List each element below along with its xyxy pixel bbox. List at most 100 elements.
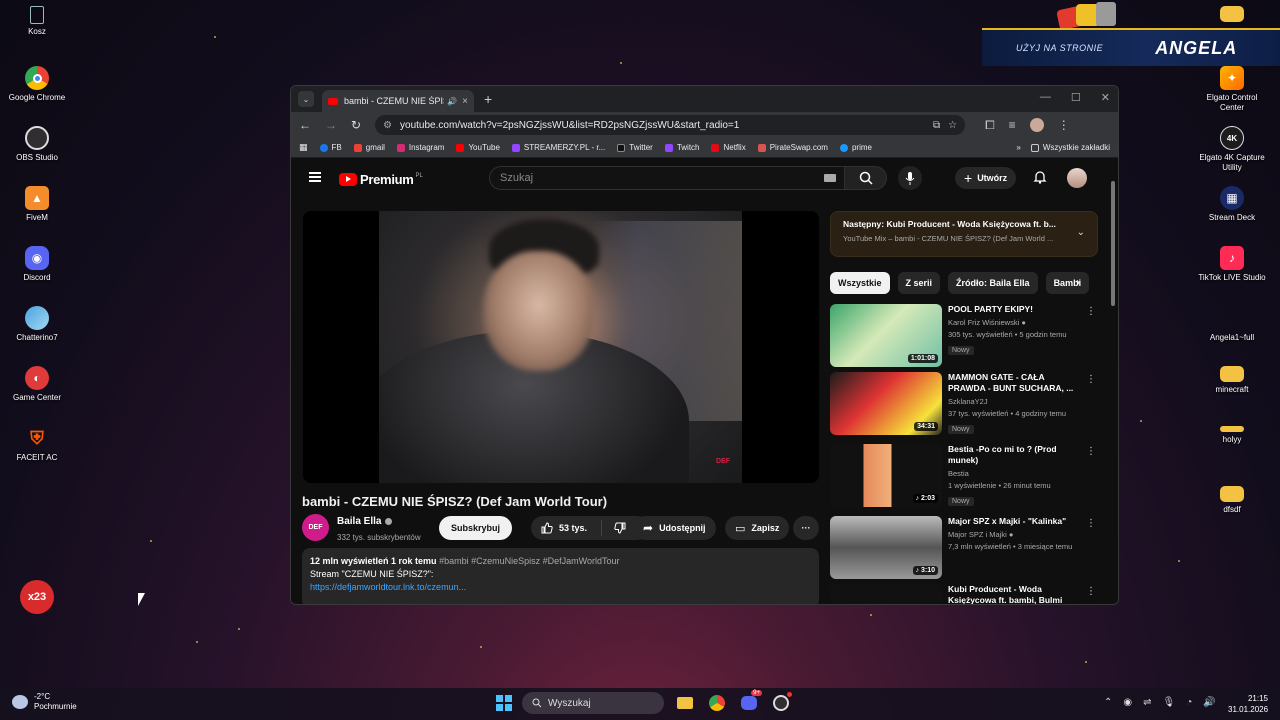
save-button[interactable]: ▭ Zapisz bbox=[725, 516, 790, 540]
recommended-video[interactable]: Kubi Producent - Woda Księżycowa ft. bam… bbox=[830, 584, 1100, 604]
keyboard-icon[interactable] bbox=[824, 174, 836, 182]
site-info-icon[interactable]: ⚙ bbox=[383, 120, 392, 131]
bookmark-fb[interactable]: FB bbox=[319, 143, 342, 152]
desktop-icon-stream-deck[interactable]: ▦ Stream Deck bbox=[1197, 186, 1267, 242]
chip-series[interactable]: Z serii bbox=[897, 272, 941, 294]
rec-title[interactable]: Major SPZ x Majki - "Kalinka" bbox=[948, 516, 1084, 527]
forward-icon[interactable]: → bbox=[325, 118, 337, 132]
more-actions-button[interactable]: ··· bbox=[793, 516, 819, 540]
desktop-icon-angela-file[interactable]: Angela1~full bbox=[1197, 306, 1267, 362]
chip-source[interactable]: Źródło: Baila Ella bbox=[948, 272, 1038, 294]
subscribe-button[interactable]: Subskrybuj bbox=[439, 516, 513, 540]
like-button[interactable]: 53 tys. bbox=[541, 522, 587, 534]
install-app-icon[interactable]: ⧉ bbox=[933, 120, 940, 131]
more-options-icon[interactable]: ⋮ bbox=[1086, 446, 1096, 457]
recommended-video[interactable]: ♪ 2:03 Bestia -Po co mi to ? (Prod munek… bbox=[830, 444, 1100, 510]
bookmark-instagram[interactable]: Instagram bbox=[396, 143, 444, 152]
bookmark-youtube[interactable]: YouTube bbox=[456, 143, 500, 152]
video-thumbnail[interactable]: 1:01:08 bbox=[830, 304, 942, 367]
close-window-icon[interactable]: ✕ bbox=[1101, 91, 1110, 104]
chevron-down-icon[interactable]: ⌄ bbox=[1077, 227, 1085, 238]
extensions-icon[interactable]: ⧠ bbox=[985, 118, 995, 133]
bookmark-twitter[interactable]: Twitter bbox=[617, 143, 653, 152]
media-controls-icon[interactable]: ≡ bbox=[1009, 118, 1016, 132]
address-bar[interactable]: ⚙ youtube.com/watch?v=2psNGZjssWU&list=R… bbox=[375, 115, 966, 135]
desktop-icon-dfsdf[interactable]: dfsdf bbox=[1197, 486, 1267, 542]
search-button[interactable] bbox=[845, 166, 887, 190]
desktop-icon-elgato-control[interactable]: ✦ Elgato Control Center bbox=[1197, 66, 1267, 122]
bookmark-gmail[interactable]: gmail bbox=[353, 143, 385, 152]
bookmark-pirateswap[interactable]: PirateSwap.com bbox=[757, 143, 828, 152]
minimize-icon[interactable]: — bbox=[1040, 91, 1051, 104]
audio-icon[interactable]: 🔊 bbox=[447, 97, 457, 106]
desktop-icon-holyy[interactable]: holyy bbox=[1197, 426, 1267, 482]
account-avatar[interactable] bbox=[1067, 168, 1087, 188]
profile-avatar[interactable] bbox=[1029, 118, 1044, 132]
search-input[interactable]: Szukaj bbox=[489, 166, 845, 190]
more-options-icon[interactable]: ⋮ bbox=[1086, 374, 1096, 385]
chip-all[interactable]: Wszystkie bbox=[830, 272, 890, 294]
taskbar-search[interactable]: Wyszukaj bbox=[522, 692, 664, 714]
microphone-icon[interactable]: 🎙 bbox=[1163, 697, 1176, 708]
desc-tags[interactable]: #bambi #CzemuNieSpisz #DefJamWorldTour bbox=[439, 556, 619, 566]
more-bookmarks-icon[interactable]: » bbox=[1016, 143, 1020, 152]
desktop-icon-x23[interactable]: x23 bbox=[2, 580, 72, 636]
new-tab-button[interactable]: + bbox=[484, 91, 492, 107]
chevron-right-icon[interactable]: › bbox=[1076, 275, 1080, 289]
video-thumbnail[interactable]: 34:31 bbox=[830, 372, 942, 435]
desktop-icon-elgato-4k[interactable]: 4K Elgato 4K Capture Utility bbox=[1197, 126, 1267, 182]
desc-link[interactable]: https://defjamworldtour.lnk.to/czemun... bbox=[310, 581, 811, 594]
more-options-icon[interactable]: ⋮ bbox=[1086, 306, 1096, 317]
tab-youtube[interactable]: bambi - CZEMU NIE ŚPISZ? 🔊 × bbox=[322, 90, 474, 112]
weather-widget[interactable]: -2°C Pochmurnie bbox=[12, 692, 77, 712]
voice-search-button[interactable] bbox=[898, 166, 922, 190]
desktop-icon-discord[interactable]: ◉ Discord bbox=[2, 246, 72, 302]
desktop-icon-recycle-bin[interactable]: Kosz bbox=[2, 6, 72, 62]
video-player[interactable]: DEF bbox=[303, 211, 819, 483]
desktop-icon-minecraft[interactable]: minecraft bbox=[1197, 366, 1267, 422]
recommended-video[interactable]: ♪ 3:10 Major SPZ x Majki - "Kalinka" Maj… bbox=[830, 516, 1100, 582]
discord-taskbar-icon[interactable]: 9+ bbox=[738, 690, 762, 714]
video-thumbnail[interactable]: ♪ 2:03 bbox=[830, 444, 942, 507]
system-clock[interactable]: 21:15 31.01.2026 bbox=[1228, 693, 1268, 715]
network-icon[interactable]: ⇌ bbox=[1143, 697, 1151, 708]
tray-overflow-icon[interactable]: ⌃ bbox=[1104, 697, 1112, 708]
page-scrollbar[interactable] bbox=[1110, 171, 1116, 604]
chip-bambi[interactable]: Bambi bbox=[1045, 272, 1090, 294]
close-tab-icon[interactable]: × bbox=[462, 96, 468, 107]
rec-title[interactable]: Kubi Producent - Woda Księżycowa ft. bam… bbox=[948, 584, 1084, 604]
video-thumbnail[interactable] bbox=[830, 584, 942, 604]
tab-search-button[interactable]: ⌄ bbox=[298, 91, 314, 107]
bookmark-prime[interactable]: prime bbox=[839, 143, 872, 152]
wifi-icon[interactable]: ◔ bbox=[1186, 697, 1192, 708]
channel-name[interactable]: Baila Ella bbox=[337, 516, 393, 527]
rec-title[interactable]: POOL PARTY EKIPY! bbox=[948, 304, 1084, 315]
share-button[interactable]: ➦ Udostępnij bbox=[633, 516, 716, 540]
back-icon[interactable]: ← bbox=[299, 118, 311, 132]
desktop-icon-obs[interactable]: OBS Studio bbox=[2, 126, 72, 182]
up-next-panel[interactable]: Następny: Kubi Producent - Woda Księżyco… bbox=[830, 211, 1098, 257]
desktop-icon-chatterino[interactable]: Chatterino7 bbox=[2, 306, 72, 362]
discord-tray-icon[interactable]: ◉ bbox=[1123, 697, 1132, 708]
all-bookmarks-folder[interactable]: Wszystkie zakładki bbox=[1030, 143, 1110, 152]
desktop-icon-chrome[interactable]: Google Chrome bbox=[2, 66, 72, 122]
more-options-icon[interactable]: ⋮ bbox=[1086, 586, 1096, 597]
bookmark-streamerzy[interactable]: STREAMERZY.PL - r... bbox=[511, 143, 605, 152]
desktop-icon-tiktok[interactable]: ♪ TikTok LIVE Studio bbox=[1197, 246, 1267, 302]
bookmark-twitch[interactable]: Twitch bbox=[664, 143, 699, 152]
chrome-menu-icon[interactable]: ⋮ bbox=[1058, 118, 1070, 132]
file-explorer-icon[interactable] bbox=[674, 692, 696, 714]
windows-start-icon[interactable] bbox=[496, 695, 512, 711]
maximize-icon[interactable]: ☐ bbox=[1071, 91, 1081, 104]
desktop-icon-fivem[interactable]: ▲ FiveM bbox=[2, 186, 72, 242]
recommended-video[interactable]: 1:01:08 POOL PARTY EKIPY! Karol Friz Wiś… bbox=[830, 304, 1100, 370]
bookmark-netflix[interactable]: Netflix bbox=[711, 143, 746, 152]
obs-taskbar-icon[interactable] bbox=[770, 692, 792, 714]
rec-title[interactable]: Bestia -Po co mi to ? (Prod munek) bbox=[948, 444, 1084, 466]
create-button[interactable]: + Utwórz bbox=[955, 167, 1017, 189]
more-options-icon[interactable]: ⋮ bbox=[1086, 518, 1096, 529]
video-thumbnail[interactable]: ♪ 3:10 bbox=[830, 516, 942, 579]
apps-icon[interactable]: ▦ bbox=[299, 142, 308, 153]
notifications-bell-icon[interactable] bbox=[1033, 170, 1047, 184]
youtube-premium-logo[interactable]: Premium PL bbox=[339, 172, 423, 187]
